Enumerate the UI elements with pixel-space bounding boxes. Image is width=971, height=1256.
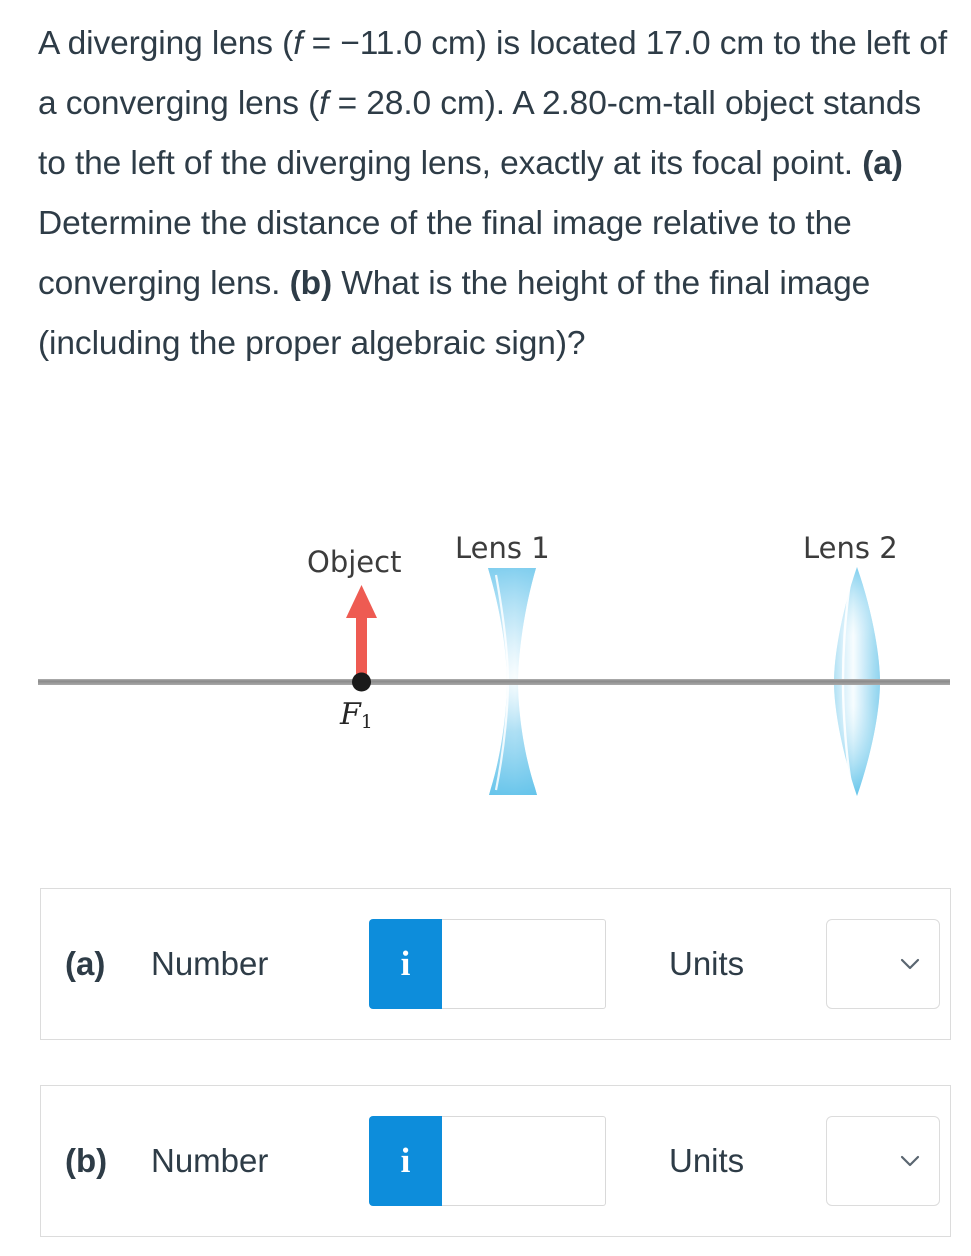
lens-1-label: Lens 1 [455, 531, 550, 565]
units-select-a[interactable] [826, 919, 940, 1009]
info-icon[interactable]: i [369, 1116, 442, 1206]
part-a-marker: (a) [862, 145, 903, 182]
answer-row-a: (a) Number i Units [40, 888, 951, 1040]
units-label-b: Units [669, 1142, 745, 1179]
info-icon[interactable]: i [369, 919, 442, 1009]
focal-point-letter: F [340, 697, 361, 732]
problem-text-part-1: A diverging lens ( [38, 25, 294, 62]
number-input-group-b: i [369, 1116, 606, 1206]
object-arrow [346, 585, 377, 682]
units-select-b[interactable] [826, 1116, 940, 1206]
part-label-a: (a) [65, 945, 106, 982]
focal-length-symbol-2: f [319, 85, 329, 122]
number-label-a: Number [151, 945, 269, 982]
number-input-a[interactable] [442, 919, 606, 1009]
focal-point-dot [352, 672, 371, 692]
units-label-a: Units [669, 945, 745, 982]
optics-diagram: Object Lens 1 Lens 2 F1 [0, 505, 971, 835]
object-label: Object [307, 545, 402, 579]
number-label-b: Number [151, 1142, 269, 1179]
focal-point-subscript: 1 [360, 712, 373, 734]
part-b-marker: (b) [289, 265, 333, 302]
optical-axis [38, 679, 950, 685]
number-input-group-a: i [369, 919, 606, 1009]
answer-row-b: (b) Number i Units [40, 1085, 951, 1237]
lens-2-label: Lens 2 [803, 531, 898, 565]
chevron-down-icon [897, 951, 923, 977]
chevron-down-icon [897, 1148, 923, 1174]
part-label-b: (b) [65, 1142, 108, 1179]
number-input-b[interactable] [442, 1116, 606, 1206]
focal-point-label: F1 [340, 697, 373, 733]
problem-statement: A diverging lens (f = −11.0 cm) is locat… [38, 14, 953, 374]
